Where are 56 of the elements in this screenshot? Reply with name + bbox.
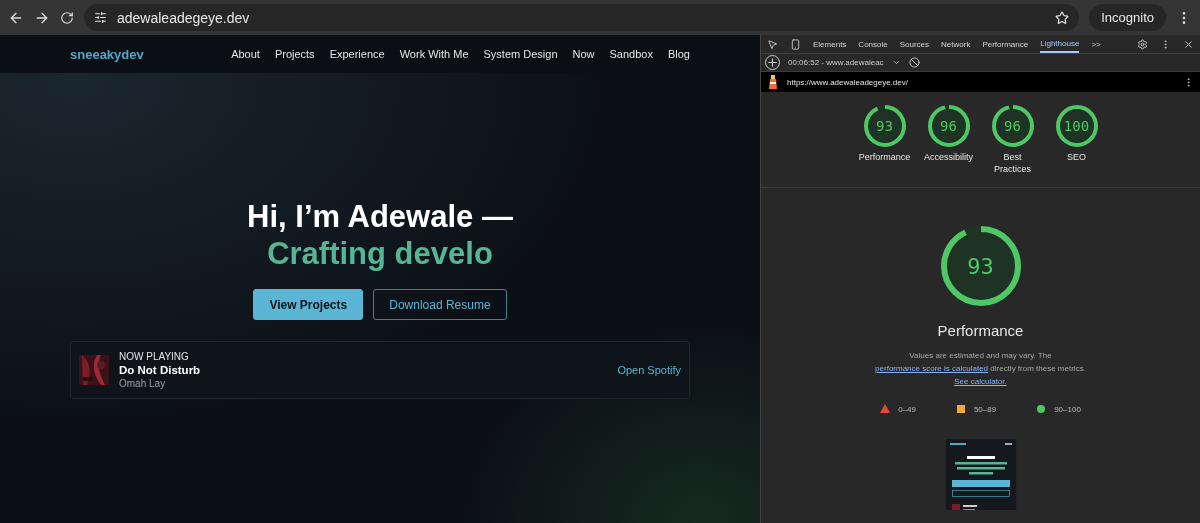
devtools-tab[interactable]: Performance [982,35,1029,53]
hero-title: Hi, I’m Adewale — [247,198,513,235]
devtools-tab[interactable]: Network [941,35,971,53]
score-value: 100 [1063,118,1090,134]
devtools-tab[interactable]: Sources [899,35,930,53]
legend-label: 90–100 [1054,404,1081,414]
more-tabs[interactable]: >> [1091,39,1101,49]
score-label: Performance [858,151,911,163]
nav-link[interactable]: Now [572,48,595,60]
devtools-tab[interactable]: Lighthouse [1040,35,1080,53]
site-logo[interactable]: sneeakydev [70,46,144,62]
score-value: 93 [967,253,994,279]
score-value: 96 [940,118,957,134]
score-value: 93 [876,118,893,134]
nav-link[interactable]: Blog [667,48,690,60]
address-bar[interactable]: adewaleadegeye.dev [84,4,1080,31]
nav-link[interactable]: System Design [483,48,558,60]
legend-label: 50–89 [973,404,997,414]
nav-link[interactable]: Sandbox [609,48,653,60]
calculator-link[interactable]: See calculator. [954,377,1007,386]
report-url: https://www.adewaleadegeye.dev/ [787,77,909,87]
report-select[interactable]: 00:06:52 - www.adewaleac [788,58,884,67]
nav-link[interactable]: Experience [329,48,385,60]
reload-icon[interactable] [60,10,74,25]
score-title: Performance [937,322,1024,339]
new-report-icon[interactable] [765,55,780,70]
track-title: Do Not Disturb [119,364,202,376]
devtools-tab[interactable]: Console [858,35,888,53]
nav-link[interactable]: Projects [274,48,315,60]
legend-label: 0–49 [898,404,916,414]
close-icon[interactable] [1183,38,1194,50]
now-playing-label: NOW PLAYING [119,351,190,362]
nav-link[interactable]: Work With Me [399,48,469,60]
primary-button[interactable]: View Projects [253,289,364,320]
incognito-badge[interactable]: Incognito [1089,4,1166,31]
url-text: adewaleadegeye.dev [117,9,251,26]
bookmark-star-icon[interactable] [1055,10,1070,25]
lighthouse-icon [767,75,779,89]
score-link[interactable]: performance score is calculated [875,364,989,373]
nav-link[interactable]: About [231,48,260,60]
inspect-icon[interactable] [767,38,778,50]
hero-subtitle: Crafting develo [267,235,493,272]
score-description: Values are estimated and may vary. The performance score is calculated directly from these metrics. See calculator. [874,350,1087,388]
settings-icon[interactable] [1137,38,1148,50]
score-label: Best Practices [993,151,1032,175]
clear-icon[interactable] [908,57,920,68]
score-value: 96 [1004,118,1021,134]
dropdown-caret-icon[interactable] [891,58,901,67]
score-label: SEO [1067,151,1086,163]
artist-name: Omah Lay [119,378,167,389]
device-toolbar-icon[interactable] [790,38,801,50]
outline-button[interactable]: Download Resume [373,289,507,320]
spotify-link[interactable]: Open Spotify [617,364,681,376]
site-settings-icon[interactable] [94,11,107,24]
devtools-tab[interactable]: Elements [813,35,847,53]
score-label: Accessibility [924,151,973,163]
